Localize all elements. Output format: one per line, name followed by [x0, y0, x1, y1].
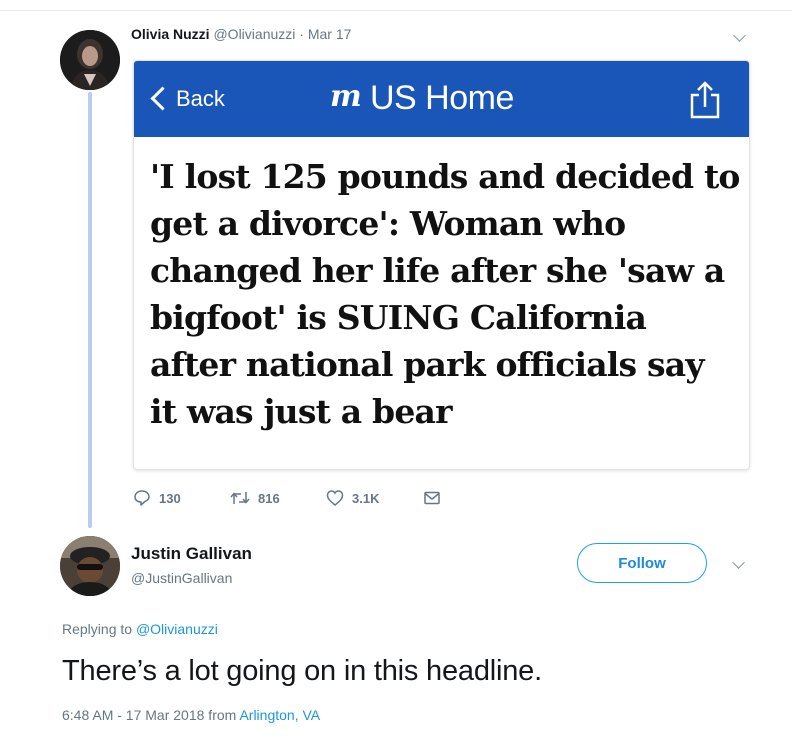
reply-count: 130: [159, 490, 181, 506]
back-label: Back: [176, 86, 225, 111]
retweet-button[interactable]: 816: [230, 486, 280, 510]
tweet-metadata: 6:48 AM - 17 Mar 2018 from Arlington, VA: [62, 707, 320, 723]
brand-logo: m: [330, 79, 362, 114]
reply-author-handle[interactable]: @JustinGallivan: [131, 570, 232, 586]
retweet-count: 816: [258, 490, 280, 506]
direct-message-button[interactable]: [423, 486, 441, 510]
thread-line: [88, 92, 92, 528]
tweet-location-link[interactable]: Arlington, VA: [239, 707, 320, 723]
top-divider: [0, 10, 792, 11]
share-icon: [690, 81, 720, 119]
like-button[interactable]: 3.1K: [326, 486, 379, 510]
parent-author-name[interactable]: Olivia Nuzzi: [131, 26, 210, 42]
reply-tweet-text: There’s a lot going on in this headline.: [62, 655, 542, 687]
replying-prefix: Replying to: [62, 621, 133, 637]
reply-icon: [134, 490, 150, 506]
reply-author-name[interactable]: Justin Gallivan: [131, 544, 252, 564]
replying-to: Replying to @Olivianuzzi: [62, 621, 218, 637]
envelope-icon: [424, 491, 440, 505]
parent-author-handle[interactable]: @Olivianuzzi: [213, 26, 295, 42]
parent-tweet-header: Olivia Nuzzi @Olivianuzzi · Mar 17: [131, 26, 351, 42]
heart-icon: [326, 490, 344, 506]
tweet-timestamp: 6:48 AM - 17 Mar 2018 from: [62, 707, 237, 723]
follow-button[interactable]: Follow: [577, 543, 707, 583]
parent-tweet-date[interactable]: Mar 17: [308, 26, 352, 42]
olivia-avatar[interactable]: [60, 30, 120, 90]
article-headline: 'I lost 125 pounds and decided to get a …: [150, 157, 740, 431]
retweet-icon: [230, 492, 250, 504]
reply-button[interactable]: 130: [133, 486, 181, 510]
article-navbar: Back m US Home: [134, 61, 749, 137]
tweet-screenshot: Olivia Nuzzi @Olivianuzzi · Mar 17 Back …: [0, 0, 792, 739]
chevron-down-icon[interactable]: [733, 29, 746, 42]
header-separator: ·: [299, 26, 304, 42]
brand-title: US Home: [370, 79, 514, 117]
chevron-down-icon[interactable]: [732, 556, 745, 569]
like-count: 3.1K: [352, 490, 380, 506]
replying-to-handle-link[interactable]: @Olivianuzzi: [136, 621, 218, 637]
chevron-left-icon: [150, 86, 175, 111]
justin-avatar[interactable]: [60, 536, 120, 596]
article-image-card[interactable]: Back m US Home 'I lost 125 pounds and de…: [133, 60, 750, 470]
